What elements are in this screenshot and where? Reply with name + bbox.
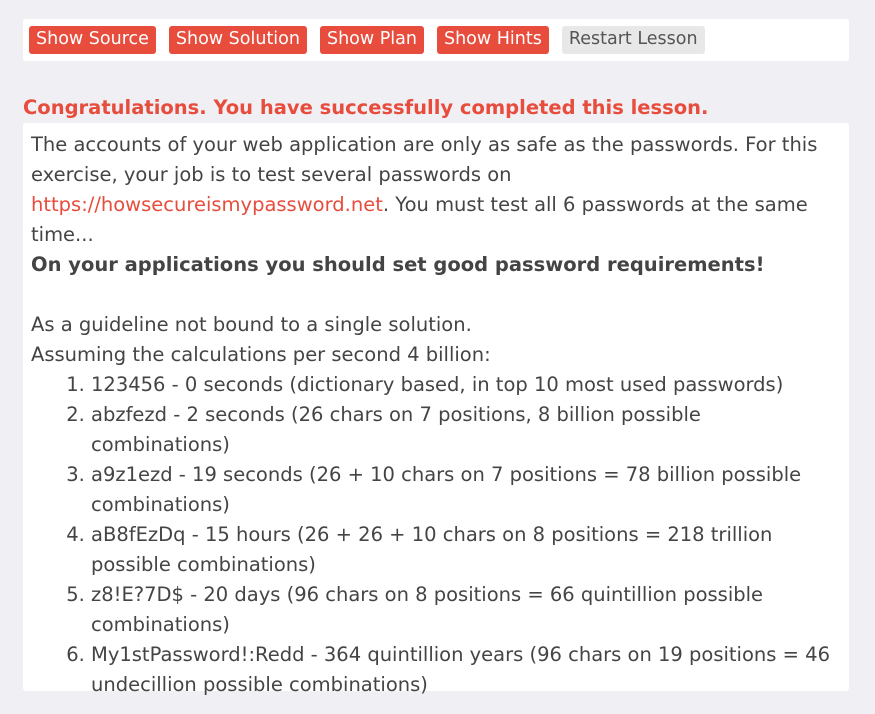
list-item: a9z1ezd - 19 seconds (26 + 10 chars on 7… bbox=[91, 460, 841, 520]
password-checker-link[interactable]: https://howsecureismypassword.net bbox=[31, 193, 383, 216]
lesson-toolbar: Show Source Show Solution Show Plan Show… bbox=[23, 19, 849, 61]
password-list: 123456 - 0 seconds (dictionary based, in… bbox=[31, 370, 841, 700]
show-hints-button[interactable]: Show Hints bbox=[436, 26, 549, 54]
list-item: 123456 - 0 seconds (dictionary based, in… bbox=[91, 370, 841, 400]
list-item: My1stPassword!:Redd - 364 quintillion ye… bbox=[91, 640, 841, 700]
show-source-button[interactable]: Show Source bbox=[29, 26, 156, 54]
lesson-intro: The accounts of your web application are… bbox=[31, 130, 841, 250]
show-plan-button[interactable]: Show Plan bbox=[319, 26, 424, 54]
assumption-text: Assuming the calculations per second 4 b… bbox=[31, 343, 491, 366]
lesson-content: The accounts of your web application are… bbox=[23, 123, 849, 696]
list-item: abzfezd - 2 seconds (26 chars on 7 posit… bbox=[91, 400, 841, 460]
intro-text: The accounts of your web application are… bbox=[31, 133, 818, 186]
guideline-text: As a guideline not bound to a single sol… bbox=[31, 313, 472, 336]
show-solution-button[interactable]: Show Solution bbox=[168, 26, 307, 54]
requirement-text: On your applications you should set good… bbox=[31, 253, 765, 276]
restart-lesson-button[interactable]: Restart Lesson bbox=[561, 26, 705, 54]
list-item: z8!E?7D$ - 20 days (96 chars on 8 positi… bbox=[91, 580, 841, 640]
success-message: Congratulations. You have successfully c… bbox=[23, 96, 709, 119]
list-item: aB8fEzDq - 15 hours (26 + 26 + 10 chars … bbox=[91, 520, 841, 580]
